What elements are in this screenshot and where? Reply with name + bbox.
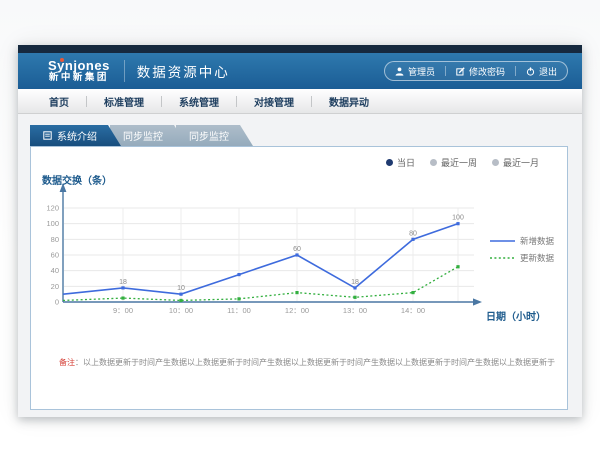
data-point: [353, 286, 356, 289]
x-axis-title: 日期（小时）: [486, 310, 546, 323]
logo-subtitle: 新中新集团: [48, 73, 110, 83]
user-icon: [395, 67, 404, 76]
y-tick-label: 80: [51, 235, 59, 244]
point-label: 18: [351, 279, 359, 286]
filter-today[interactable]: 当日: [386, 156, 415, 169]
nav-item-home[interactable]: 首页: [32, 94, 86, 109]
content-area: 系统介绍 同步监控 同步监控 当日 最近一周: [18, 114, 582, 417]
data-point: [353, 296, 356, 299]
company-logo: Synjones 新中新集团: [48, 59, 110, 84]
line-chart: 数据交换（条） 日期（小时） 0 20 40 60 80 100 120 9：00 10：00 11：…: [41, 171, 556, 341]
nav-item-interface-mgmt[interactable]: 对接管理: [237, 94, 311, 109]
x-tick-label: 13：00: [343, 306, 367, 315]
time-range-filters: 当日 最近一周 最近一月: [386, 156, 539, 169]
point-label: 10: [177, 285, 185, 292]
data-point: [456, 265, 459, 268]
app-header: Synjones 新中新集团 数据资源中心 管理员: [18, 53, 582, 89]
y-tick-label: 100: [46, 219, 59, 228]
tab-sync-monitor-1[interactable]: 同步监控: [110, 125, 187, 146]
x-tick-label: 14：00: [401, 306, 425, 315]
chart-panel: 当日 最近一周 最近一月 数据交换（条） 日期（小时） 0 20 40 60 80 100 12…: [30, 146, 568, 410]
legend-label: 新增数据: [520, 236, 555, 246]
nav-item-standard-mgmt[interactable]: 标准管理: [87, 94, 161, 109]
nav-item-system-mgmt[interactable]: 系统管理: [162, 94, 236, 109]
logo-accent-dot: [60, 58, 64, 62]
user-bar: 管理员 修改密码 退出: [384, 61, 568, 81]
filter-label: 最近一周: [441, 156, 477, 169]
x-axis-arrow: [473, 298, 482, 305]
point-label: 18: [119, 279, 127, 286]
y-tick-label: 0: [55, 298, 59, 307]
data-point: [411, 291, 414, 294]
y-tick-label: 120: [46, 204, 59, 213]
data-point: [179, 293, 182, 296]
logo-wordmark: Synjones: [48, 59, 110, 73]
tab-bar: 系统介绍 同步监控 同步监控: [30, 125, 242, 146]
radio-unselected-icon: [430, 159, 437, 166]
point-label: 100: [452, 215, 464, 222]
tab-label: 系统介绍: [57, 128, 97, 143]
data-point: [179, 299, 182, 302]
header-divider: [124, 60, 125, 82]
footnote: 备注：以上数据更新于时间产生数据以上数据更新于时间产生数据以上数据更新于时间产生…: [59, 357, 561, 368]
nav-item-data-change[interactable]: 数据异动: [312, 94, 386, 109]
data-point: [121, 296, 124, 299]
page-title: 数据资源中心: [137, 61, 230, 81]
document-icon: [43, 131, 52, 140]
logout-label: 退出: [539, 65, 557, 78]
y-tick-label: 40: [51, 266, 59, 275]
logo-text: Synjones: [48, 58, 110, 73]
user-menu[interactable]: 管理员: [385, 65, 445, 78]
data-point: [456, 222, 459, 225]
x-tick-label: 9：00: [113, 306, 133, 315]
data-point: [237, 273, 240, 276]
radio-selected-icon: [386, 159, 393, 166]
filter-last-month[interactable]: 最近一月: [492, 156, 539, 169]
legend-label: 更新数据: [520, 253, 555, 263]
power-icon: [526, 67, 535, 76]
x-tick-label: 11：00: [227, 306, 251, 315]
user-name: 管理员: [408, 65, 435, 78]
filter-label: 当日: [397, 156, 415, 169]
app-window: Synjones 新中新集团 数据资源中心 管理员: [18, 45, 582, 417]
tab-sync-monitor-2[interactable]: 同步监控: [176, 125, 253, 146]
radio-unselected-icon: [492, 159, 499, 166]
footnote-text: ：以上数据更新于时间产生数据以上数据更新于时间产生数据以上数据更新于时间产生数据…: [75, 358, 555, 367]
tab-label: 同步监控: [123, 128, 163, 143]
data-point: [411, 238, 414, 241]
data-point: [295, 291, 298, 294]
y-axis-title: 数据交换（条）: [42, 174, 112, 187]
tab-system-intro[interactable]: 系统介绍: [30, 125, 121, 146]
logout-button[interactable]: 退出: [516, 65, 567, 78]
tab-label: 同步监控: [189, 128, 229, 143]
data-point: [295, 253, 298, 256]
filter-label: 最近一月: [503, 156, 539, 169]
main-nav: 首页 标准管理 系统管理 对接管理 数据异动: [18, 89, 582, 114]
footnote-label: 备注: [59, 358, 75, 367]
x-tick-label: 12：00: [285, 306, 309, 315]
filter-last-week[interactable]: 最近一周: [430, 156, 477, 169]
point-label: 60: [293, 246, 301, 253]
y-tick-label: 20: [51, 282, 59, 291]
window-top-strip: [18, 45, 582, 53]
change-password-label: 修改密码: [469, 65, 505, 78]
page-background: Synjones 新中新集团 数据资源中心 管理员: [0, 0, 600, 450]
data-point: [237, 297, 240, 300]
data-point: [121, 286, 124, 289]
x-tick-label: 10：00: [169, 306, 193, 315]
y-tick-label: 60: [51, 251, 59, 260]
change-password-button[interactable]: 修改密码: [446, 65, 515, 78]
edit-icon: [456, 67, 465, 76]
point-label: 80: [409, 230, 417, 237]
